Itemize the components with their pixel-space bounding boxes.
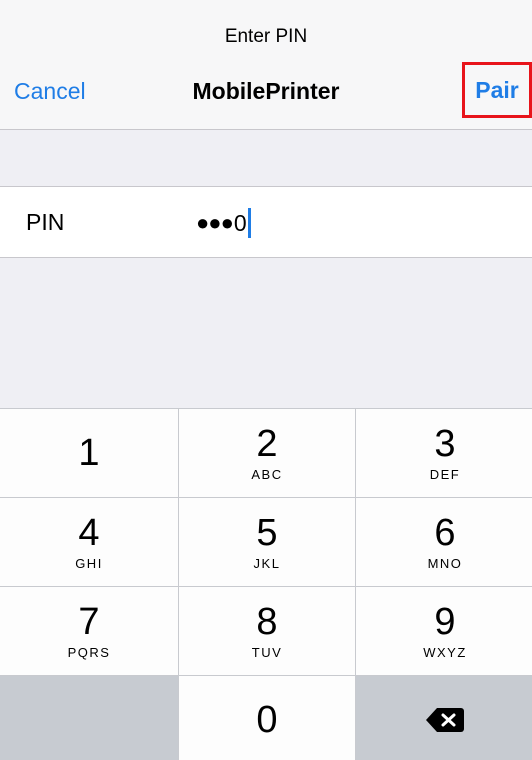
navigation-bar: Enter PIN Cancel MobilePrinter Pair [0,0,532,130]
content-background [0,258,532,408]
key-4-letters: GHI [75,556,103,571]
delete-key[interactable] [356,676,532,760]
key-9-number: 9 [434,601,456,643]
blank-key [0,676,178,760]
key-5-letters: JKL [253,556,281,571]
key-3[interactable]: 3 DEF [356,409,532,497]
pin-last-digit: 0 [233,209,247,236]
pin-input[interactable]: ●●● 0 [196,203,516,243]
key-5[interactable]: 5 JKL [179,498,355,586]
key-7[interactable]: 7 PQRS [0,587,178,675]
key-5-number: 5 [256,512,278,554]
key-9-letters: WXYZ [423,645,467,660]
nav-title: MobilePrinter [192,78,340,104]
text-caret [247,208,251,238]
key-2[interactable]: 2 ABC [179,409,355,497]
number-keypad: 1 2 ABC 3 DEF 4 GHI 5 JKL 6 MNO 7 PQRS 8… [0,408,532,760]
key-8-letters: TUV [251,645,283,660]
key-3-number: 3 [434,423,456,465]
section-spacer [0,130,532,186]
key-1[interactable]: 1 [0,409,178,497]
key-4[interactable]: 4 GHI [0,498,178,586]
backspace-icon [426,708,464,732]
key-8-number: 8 [256,601,278,643]
pin-label: PIN [26,209,65,235]
key-0-number: 0 [256,699,278,741]
key-8[interactable]: 8 TUV [179,587,355,675]
key-1-number: 1 [78,432,100,474]
key-9[interactable]: 9 WXYZ [356,587,532,675]
key-4-number: 4 [78,512,100,554]
key-2-number: 2 [256,423,278,465]
key-6-number: 6 [434,512,456,554]
key-7-letters: PQRS [67,645,111,660]
key-6[interactable]: 6 MNO [356,498,532,586]
key-3-letters: DEF [429,467,461,482]
key-2-letters: ABC [251,467,283,482]
pin-masked-digits: ●●● [196,210,234,235]
pair-button[interactable]: Pair [462,62,532,118]
key-6-letters: MNO [427,556,463,571]
key-7-number: 7 [78,601,100,643]
pair-button-label: Pair [475,76,519,103]
pin-row: PIN ●●● 0 [0,186,532,258]
key-0[interactable]: 0 [179,676,355,760]
nav-prompt: Enter PIN [224,26,308,47]
